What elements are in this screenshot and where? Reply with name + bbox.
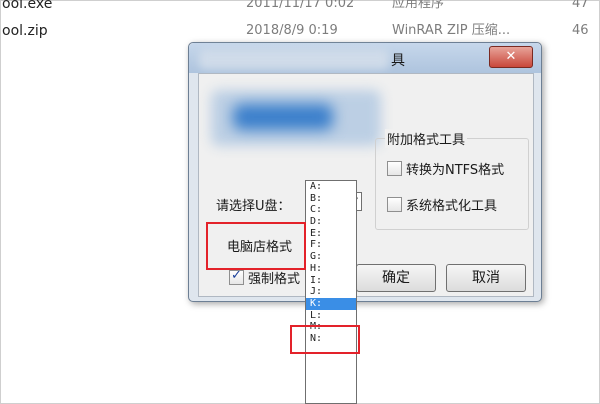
system-format-checkbox[interactable]: 系统格式化工具 [387,195,497,214]
addon-tools-group-label: 附加格式工具 [385,129,468,148]
drive-option[interactable]: D: [306,216,356,228]
dialog-title: 具 [391,53,405,69]
force-format-checkbox[interactable]: 强制格式 [229,268,300,287]
drive-option[interactable]: A: [306,181,356,193]
checkbox-box[interactable] [387,197,402,212]
drive-option[interactable]: L: [306,310,356,322]
dialog-titlebar[interactable]: 具 ✕ [189,43,541,73]
highlight-drive-k [290,325,360,354]
file-name: ool.zip [2,23,48,39]
drive-option[interactable]: C: [306,204,356,216]
file-type: WinRAR ZIP 压缩... [392,23,511,38]
drive-option[interactable]: B: [306,193,356,205]
force-format-label: 强制格式 [248,272,301,287]
drive-option[interactable]: K: [306,297,356,310]
file-type: 应用程序 [392,0,445,11]
file-date: 2018/8/9 0:19 [246,23,338,38]
file-name: ool.exe [2,0,53,12]
file-size: 46 [572,23,589,38]
drive-option[interactable]: E: [306,228,356,240]
drive-option[interactable]: F: [306,239,356,251]
highlight-force-format [206,222,306,270]
file-row[interactable]: ool.exe 2011/11/17 0:02 应用程序 47 [0,0,600,16]
checkbox-box[interactable] [387,161,402,176]
addon-tools-group [375,138,529,230]
drive-option[interactable]: I: [306,275,356,287]
ntfs-convert-label: 转换为NTFS格式 [406,163,505,178]
cancel-button[interactable]: 取消 [446,264,526,292]
ntfs-convert-checkbox[interactable]: 转换为NTFS格式 [387,159,504,178]
close-icon: ✕ [505,49,517,64]
ok-button[interactable]: 确定 [356,264,436,292]
udisk-select-label: 请选择U盘： [216,199,291,214]
blurred-logo-mark [233,104,333,130]
checkbox-box-checked[interactable] [229,268,244,285]
file-size: 47 [572,0,589,11]
system-format-label: 系统格式化工具 [406,199,498,214]
drive-option[interactable]: G: [306,251,356,263]
drive-dropdown-list[interactable]: A: B: C: D: E: F: G: H: I: J: K: L: M: N: [305,180,357,404]
drive-option[interactable]: J: [306,286,356,298]
file-date: 2011/11/17 0:02 [246,0,355,11]
file-row[interactable]: ool.zip 2018/8/9 0:19 WinRAR ZIP 压缩... 4… [0,19,600,43]
drive-option[interactable]: H: [306,263,356,275]
blurred-title-area [199,49,389,69]
close-button[interactable]: ✕ [489,46,533,68]
